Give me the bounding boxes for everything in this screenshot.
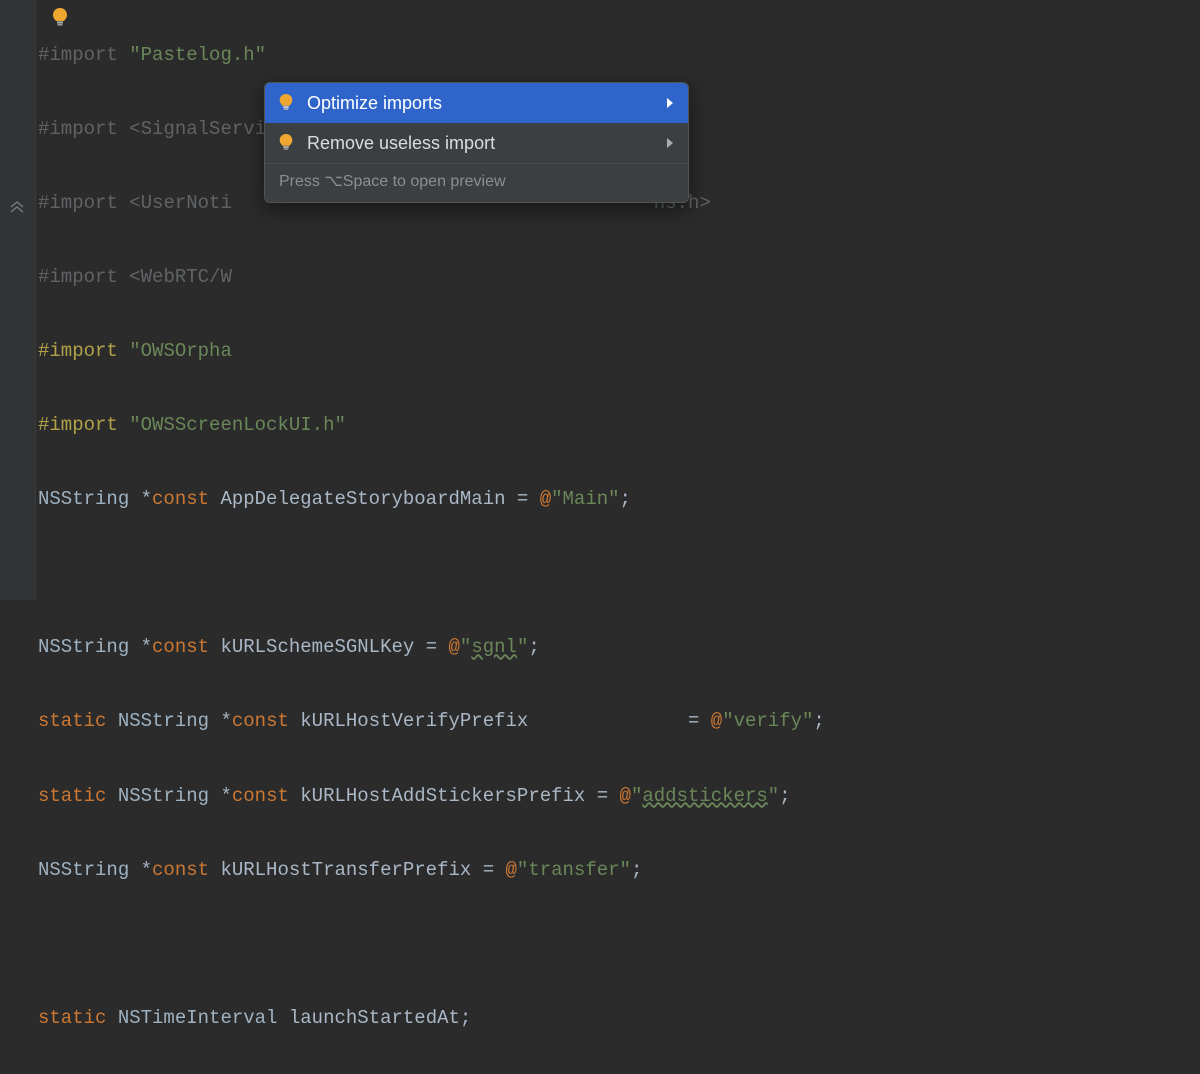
lightbulb-icon [277, 133, 295, 153]
editor-gutter [0, 0, 36, 600]
submenu-arrow-icon [666, 134, 674, 152]
code-line: static NSString *const kURLHostVerifyPre… [38, 703, 825, 740]
lightbulb-icon [277, 93, 295, 113]
gutter-override-marker-icon[interactable] [10, 201, 25, 213]
code-line: NSString *const kURLSchemeSGNLKey = @"sg… [38, 629, 825, 666]
intention-item-label: Optimize imports [307, 94, 442, 112]
code-line-blank [38, 555, 825, 592]
intention-popup: Optimize imports Remove useless import P… [264, 82, 689, 203]
code-line: NSString *const AppDelegateStoryboardMai… [38, 481, 825, 518]
intention-item-optimize-imports[interactable]: Optimize imports [265, 83, 688, 123]
code-line: NSString *const kURLHostTransferPrefix =… [38, 852, 825, 889]
code-line-blank [38, 926, 825, 963]
intention-item-remove-useless-import[interactable]: Remove useless import [265, 123, 688, 163]
code-line: #import <WebRTC/W [38, 259, 825, 296]
code-line: static NSString *const kURLHostAddSticke… [38, 778, 825, 815]
code-line: #import "Pastelog.h" [38, 37, 825, 74]
intention-bulb-icon[interactable] [50, 6, 70, 43]
intention-item-label: Remove useless import [307, 134, 495, 152]
intention-hint: Press ⌥Space to open preview [265, 163, 688, 202]
submenu-arrow-icon [666, 94, 674, 112]
code-line: static NSTimeInterval launchStartedAt; [38, 1000, 825, 1037]
code-line: #import "OWSOrpha [38, 333, 825, 370]
code-line: #import "OWSScreenLockUI.h" [38, 407, 825, 444]
